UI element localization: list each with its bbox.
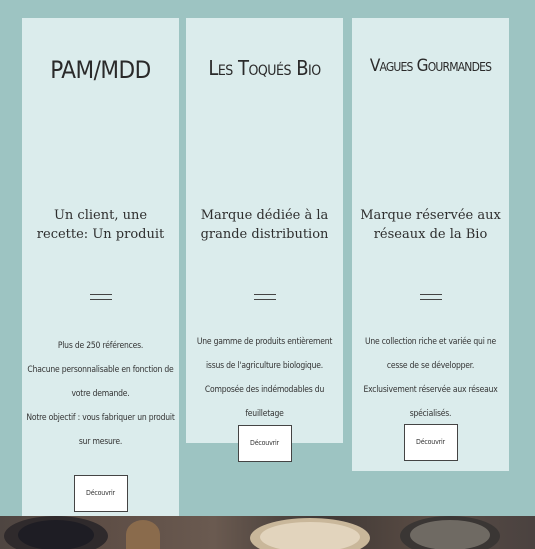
spoon-image bbox=[126, 520, 160, 549]
card-subtitle: Un client, une recette: Un produit bbox=[36, 208, 165, 242]
card-pam-mdd: PAM/MDD Un client, une recette: Un produ… bbox=[22, 18, 179, 516]
card-description: Une collection riche et variée qui ne ce… bbox=[356, 330, 505, 426]
discover-button[interactable]: Découvrir bbox=[403, 424, 458, 461]
description-line: Notre objectif : vous fabriquer un produ… bbox=[26, 413, 175, 447]
description-line: Une collection riche et variée qui ne ce… bbox=[364, 337, 496, 371]
bowl-image bbox=[4, 516, 108, 549]
divider bbox=[419, 294, 442, 300]
card-les-toques-bio: Les Toqués Bio Marque dédiée à la grande… bbox=[186, 18, 343, 462]
card-subtitle: Marque réservée aux réseaux de la Bio bbox=[360, 208, 501, 242]
description-line: Exclusivement réservée aux réseaux spéci… bbox=[363, 385, 498, 419]
bowl-image bbox=[250, 518, 370, 549]
description-line: Composée des indémodables du feuilletage bbox=[204, 385, 325, 419]
divider bbox=[253, 294, 276, 300]
card-description: Plus de 250 références. Chacune personna… bbox=[26, 334, 175, 454]
card-title: PAM/MDD bbox=[50, 56, 151, 84]
bowl-image bbox=[400, 516, 500, 549]
description-line: Chacune personnalisable en fonction de v… bbox=[27, 365, 174, 399]
card-description: Une gamme de produits entièrement issus … bbox=[190, 330, 339, 426]
discover-button[interactable]: Découvrir bbox=[237, 425, 292, 462]
description-line: Plus de 250 références. bbox=[57, 341, 144, 351]
divider bbox=[89, 294, 112, 300]
card-subtitle: Marque dédiée à la grande distribution bbox=[200, 208, 329, 242]
food-photo-banner bbox=[0, 516, 535, 549]
card-title: Les Toqués Bio bbox=[208, 56, 321, 80]
description-line: Une gamme de produits entièrement issus … bbox=[196, 337, 333, 371]
card-title: Vagues Gourmandes bbox=[369, 56, 492, 76]
card-vagues-gourmandes: Vagues Gourmandes Marque réservée aux ré… bbox=[352, 18, 509, 471]
discover-button[interactable]: Découvrir bbox=[73, 475, 128, 512]
